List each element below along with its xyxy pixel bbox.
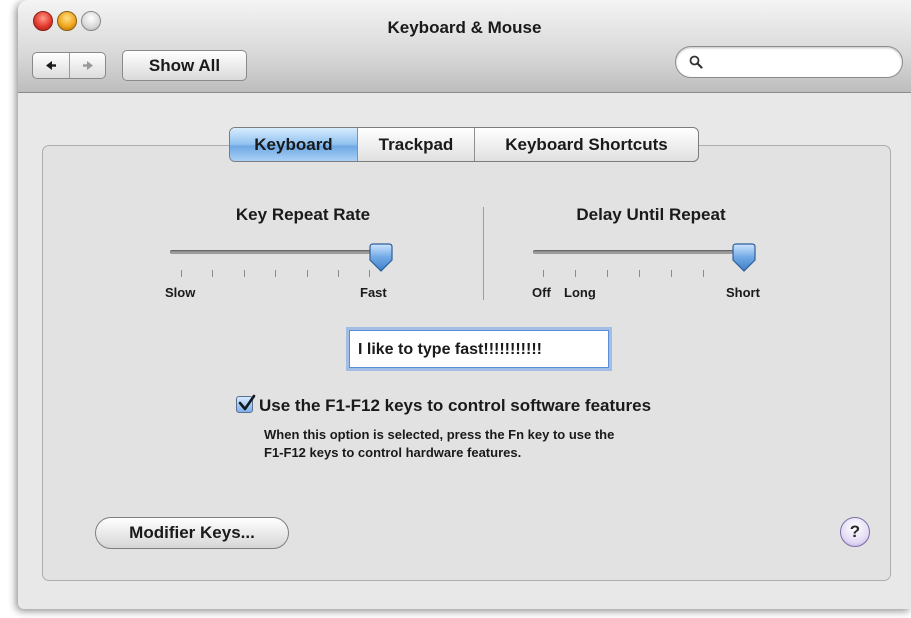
slider-tick bbox=[244, 270, 245, 277]
slider-tick bbox=[607, 270, 608, 277]
tab-bar: Keyboard Trackpad Keyboard Shortcuts bbox=[229, 127, 699, 162]
delay-min-label: Long bbox=[564, 285, 596, 300]
key-repeat-slider-knob[interactable] bbox=[368, 243, 394, 273]
magnifier-icon bbox=[689, 55, 703, 69]
navigation-buttons bbox=[32, 52, 106, 79]
slider-tick bbox=[338, 270, 339, 277]
slider-tick bbox=[212, 270, 213, 277]
typing-test-text: I like to type fast!!!!!!!!!!! bbox=[358, 341, 542, 358]
titlebar: Keyboard & Mouse Show All bbox=[18, 0, 911, 93]
slider-tick bbox=[703, 270, 704, 277]
fn-keys-help-line2: F1-F12 keys to control hardware features… bbox=[264, 445, 522, 460]
typing-test-field[interactable]: I like to type fast!!!!!!!!!!! bbox=[349, 330, 609, 368]
slider-tick bbox=[639, 270, 640, 277]
window-title: Keyboard & Mouse bbox=[387, 18, 542, 37]
back-arrow-icon bbox=[46, 61, 56, 70]
slider-tick bbox=[275, 270, 276, 277]
key-repeat-track[interactable] bbox=[170, 250, 384, 254]
slider-tick bbox=[307, 270, 308, 277]
slider-tick bbox=[575, 270, 576, 277]
help-button[interactable]: ? bbox=[840, 517, 870, 547]
slider-tick bbox=[543, 270, 544, 277]
slider-tick bbox=[181, 270, 182, 277]
modifier-keys-button[interactable]: Modifier Keys... bbox=[95, 517, 289, 549]
back-button[interactable] bbox=[33, 53, 70, 78]
fn-keys-help-line1: When this option is selected, press the … bbox=[264, 427, 615, 442]
slider-divider bbox=[483, 207, 484, 300]
delay-repeat-track[interactable] bbox=[533, 250, 747, 254]
delay-repeat-slider-knob[interactable] bbox=[731, 243, 757, 273]
delay-repeat-heading: Delay Until Repeat bbox=[576, 205, 726, 224]
key-repeat-max-label: Fast bbox=[360, 285, 387, 300]
slider-tick bbox=[671, 270, 672, 277]
key-repeat-min-label: Slow bbox=[165, 285, 196, 300]
tab-trackpad[interactable]: Trackpad bbox=[357, 128, 474, 161]
tab-keyboard-shortcuts[interactable]: Keyboard Shortcuts bbox=[474, 128, 698, 161]
show-all-button[interactable]: Show All bbox=[122, 50, 247, 81]
search-field[interactable] bbox=[675, 46, 903, 78]
search-input[interactable] bbox=[710, 51, 894, 75]
forward-button[interactable] bbox=[70, 53, 106, 78]
fn-keys-checkbox[interactable] bbox=[236, 394, 256, 413]
fn-keys-label[interactable]: Use the F1-F12 keys to control software … bbox=[259, 396, 651, 416]
delay-max-label: Short bbox=[726, 285, 760, 300]
tab-keyboard[interactable]: Keyboard bbox=[230, 128, 357, 161]
key-repeat-heading: Key Repeat Rate bbox=[235, 205, 371, 224]
forward-arrow-icon bbox=[83, 61, 93, 70]
checkmark-icon bbox=[238, 394, 256, 411]
preferences-window: Keyboard & Mouse Show All Keyboard Track… bbox=[18, 0, 911, 609]
delay-off-label: Off bbox=[532, 285, 551, 300]
